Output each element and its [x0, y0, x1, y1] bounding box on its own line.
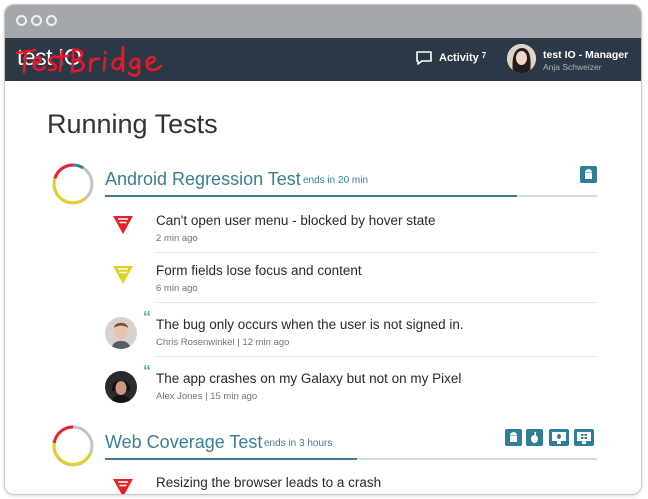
activity-button[interactable]: Activity 7	[415, 50, 486, 66]
window-maximize-dot[interactable]	[46, 15, 57, 26]
comment-text[interactable]: The app crashes on my Galaxy but not on …	[156, 371, 461, 386]
browser-window: test IO Activity 7 test IO - Manager Anj…	[4, 4, 642, 495]
user-avatar[interactable]	[507, 44, 536, 73]
issue-title[interactable]: Can't open user menu - blocked by hover …	[156, 213, 436, 228]
quote-icon: “	[143, 309, 151, 326]
comment-meta: Alex Jones | 15 min ago	[156, 391, 258, 402]
comment-text[interactable]: The bug only occurs when the user is not…	[156, 317, 464, 332]
activity-label: Activity	[439, 52, 479, 64]
android-icon	[505, 429, 522, 446]
issue-meta: 2 min ago	[156, 233, 198, 244]
user-subtitle: Anja Schweizer	[543, 62, 602, 72]
app-header: test IO Activity 7 test IO - Manager Anj…	[5, 38, 641, 81]
issue-meta: 6 min ago	[156, 283, 198, 294]
critical-bug-icon	[113, 479, 133, 494]
user-name[interactable]: test IO - Manager	[543, 49, 628, 61]
commenter-avatar[interactable]	[105, 371, 137, 403]
quote-icon: “	[143, 363, 151, 380]
issue-title[interactable]: Resizing the browser leads to a crash	[156, 475, 381, 490]
logo-scribble	[15, 45, 163, 77]
test-title-web-coverage[interactable]: Web Coverage Test	[105, 432, 262, 453]
main-content: Running Tests Android Regression Test en…	[5, 81, 641, 494]
test-progress-bar	[105, 458, 597, 460]
high-bug-icon	[113, 266, 133, 284]
window-titlebar	[5, 5, 641, 38]
test-progress-fill	[105, 195, 517, 197]
test-status-ring	[52, 163, 94, 205]
user-avatar-image	[507, 44, 536, 73]
activity-count: 7	[481, 50, 487, 60]
divider	[156, 252, 597, 253]
android-icon	[580, 166, 597, 183]
apple-icon	[526, 429, 543, 446]
divider	[156, 302, 597, 303]
mac-desktop-icon	[549, 429, 569, 446]
critical-bug-icon	[113, 216, 133, 234]
test-status-ring	[52, 425, 94, 467]
test-progress-bar	[105, 195, 597, 197]
test-title-android-regression[interactable]: Android Regression Test	[105, 169, 301, 190]
test-ends-label: ends in 3 hours	[264, 438, 333, 449]
chat-bubble-icon	[416, 51, 432, 65]
page-title: Running Tests	[47, 109, 218, 139]
test-progress-fill	[105, 458, 357, 460]
comment-meta: Chris Rosenwinkel | 12 min ago	[156, 337, 290, 348]
window-minimize-dot[interactable]	[31, 15, 42, 26]
window-close-dot[interactable]	[16, 15, 27, 26]
divider	[156, 356, 597, 357]
commenter-avatar[interactable]	[105, 317, 137, 349]
windows-desktop-icon	[574, 429, 594, 446]
test-ends-label: ends in 20 min	[303, 175, 369, 186]
issue-title[interactable]: Form fields lose focus and content	[156, 263, 362, 278]
